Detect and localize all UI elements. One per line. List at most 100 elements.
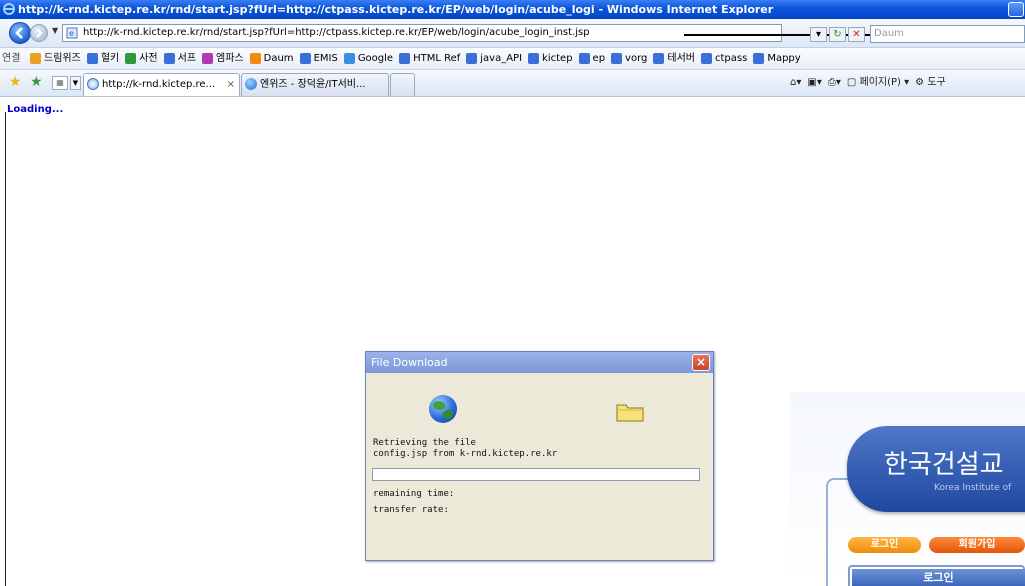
link-item[interactable]: ep	[578, 48, 606, 69]
dialog-status-line1: Retrieving the file	[373, 438, 476, 448]
link-item[interactable]: 테서버	[653, 48, 695, 69]
link-page-icon	[163, 53, 175, 64]
ie-page-icon	[245, 78, 257, 90]
link-label: vorg	[625, 53, 648, 64]
svg-text:e: e	[69, 29, 74, 38]
home-icon[interactable]: ⌂▾	[790, 70, 801, 96]
link-label: 드림위즈	[44, 53, 81, 64]
link-page-icon	[653, 53, 665, 64]
link-label: EMIS	[313, 53, 338, 64]
address-url: http://k-rnd.kictep.re.kr/rnd/start.jsp?…	[83, 27, 590, 38]
links-label: 연결	[2, 53, 21, 64]
back-arrow-icon	[15, 27, 23, 39]
tab-krnd[interactable]: http://k-rnd.kictep.re... ×	[83, 73, 240, 96]
print-icon[interactable]: ⎙▾	[828, 70, 841, 96]
link-item[interactable]: java_API	[466, 48, 522, 69]
favorites-star-icon[interactable]: ★	[9, 75, 22, 89]
dialog-title: File Download	[371, 356, 448, 369]
tools-menu-label: 도구	[927, 77, 946, 88]
link-label: java_API	[480, 53, 523, 64]
forward-button[interactable]	[30, 24, 48, 42]
link-label: 사전	[139, 53, 158, 64]
search-input[interactable]: Daum	[870, 25, 1025, 43]
link-item[interactable]: 드림위즈	[30, 48, 81, 69]
window-title: http://k-rnd.kictep.re.kr/rnd/start.jsp?…	[18, 3, 774, 16]
link-page-icon	[753, 53, 765, 64]
link-page-icon	[86, 53, 98, 64]
link-item[interactable]: ctpass	[700, 48, 748, 69]
dialog-status-line2: config.jsp from k-rnd.kictep.re.kr	[373, 449, 558, 459]
link-page-icon	[249, 53, 261, 64]
link-page-icon	[700, 53, 712, 64]
link-label: 혈키	[100, 53, 120, 64]
link-page-icon	[399, 53, 411, 64]
link-page-icon	[466, 53, 478, 64]
link-label: 테서버	[667, 53, 695, 64]
history-dropdown-icon[interactable]: ▼	[52, 26, 58, 35]
add-favorite-icon[interactable]: ★	[30, 75, 43, 89]
link-item[interactable]: HTML Ref	[399, 48, 460, 69]
download-progress-bar	[372, 468, 700, 481]
stop-icon[interactable]: ✕	[848, 27, 865, 42]
page-icon: e	[66, 27, 78, 39]
link-page-icon	[125, 53, 137, 64]
frame-border	[5, 112, 6, 586]
tab-enwiz[interactable]: 엔위즈 - 장덕윤/IT서비...	[241, 73, 389, 96]
feeds-icon[interactable]: ▣▾	[807, 70, 821, 96]
tab-label: http://k-rnd.kictep.re...	[102, 79, 216, 90]
transfer-rate-label: transfer rate:	[373, 505, 449, 515]
link-label: 서프	[177, 53, 197, 64]
link-item[interactable]: Daum	[249, 48, 294, 69]
link-label: HTML Ref	[413, 53, 461, 64]
link-item[interactable]: 엠파스	[202, 48, 244, 69]
command-bar: ⌂▾ ▣▾ ⎙▾ ▢ 페이지(P) ▾ ⚙ 도구	[790, 70, 946, 96]
link-label: ep	[592, 53, 606, 64]
join-button[interactable]: 회원가입	[929, 537, 1025, 553]
link-item[interactable]: 서프	[163, 48, 197, 69]
back-button[interactable]	[9, 22, 31, 44]
link-label: 엠파스	[216, 53, 244, 64]
close-tab-icon[interactable]: ×	[227, 74, 235, 95]
link-item[interactable]: 혈키	[86, 48, 120, 69]
links-bar: 연결 드림위즈 혈키 사전 서프 엠파스 Daum EMIS Google HTML Ref ja…	[0, 48, 1025, 70]
link-item[interactable]: kictep	[528, 48, 573, 69]
dialog-title-bar: File Download	[366, 352, 713, 373]
links-list: 드림위즈 혈키 사전 서프 엠파스 Daum EMIS Google HTML Ref java_…	[30, 48, 801, 69]
dialog-close-button[interactable]: ×	[692, 354, 710, 371]
globe-icon	[429, 395, 457, 423]
link-page-icon	[578, 53, 590, 64]
address-dropdown-icon[interactable]: ▾	[810, 27, 827, 42]
link-page-icon	[528, 53, 540, 64]
page-menu-label: 페이지(P)	[859, 77, 901, 88]
login-button[interactable]: 로그인	[848, 537, 921, 553]
page-menu[interactable]: ▢ 페이지(P) ▾	[847, 70, 909, 96]
link-label: Mappy	[767, 53, 801, 64]
loading-page-icon	[87, 78, 99, 90]
link-label: ctpass	[714, 53, 748, 64]
link-page-icon	[202, 53, 214, 64]
tools-menu[interactable]: ⚙ 도구	[915, 70, 946, 96]
link-label: Google	[357, 53, 394, 64]
refresh-icon[interactable]: ↻	[829, 27, 846, 42]
link-item[interactable]: Google	[343, 48, 394, 69]
folder-icon	[616, 404, 644, 422]
link-item[interactable]: vorg	[611, 48, 647, 69]
minimize-button[interactable]	[1008, 2, 1024, 17]
new-tab-button[interactable]	[390, 73, 415, 96]
site-frame-line	[826, 478, 848, 586]
address-input[interactable]: e http://k-rnd.kictep.re.kr/rnd/start.js…	[62, 24, 782, 42]
search-placeholder: Daum	[874, 28, 904, 39]
forward-arrow-icon	[36, 28, 43, 38]
link-item[interactable]: 사전	[125, 48, 158, 69]
link-item[interactable]: EMIS	[299, 48, 338, 69]
remaining-time-label: remaining time:	[373, 489, 455, 499]
tab-list-dropdown-icon[interactable]: ▼	[70, 76, 81, 90]
quick-tabs-icon[interactable]: ▦	[52, 76, 68, 90]
link-page-icon	[30, 53, 41, 64]
tab-label: 엔위즈 - 장덕윤/IT서비...	[260, 79, 366, 90]
login-box-header: 로그인	[852, 569, 1025, 586]
link-page-icon	[611, 53, 623, 64]
window-title-bar: http://k-rnd.kictep.re.kr/rnd/start.jsp?…	[0, 0, 1025, 19]
link-item[interactable]: Mappy	[753, 48, 801, 69]
ie-logo-icon	[3, 3, 15, 15]
